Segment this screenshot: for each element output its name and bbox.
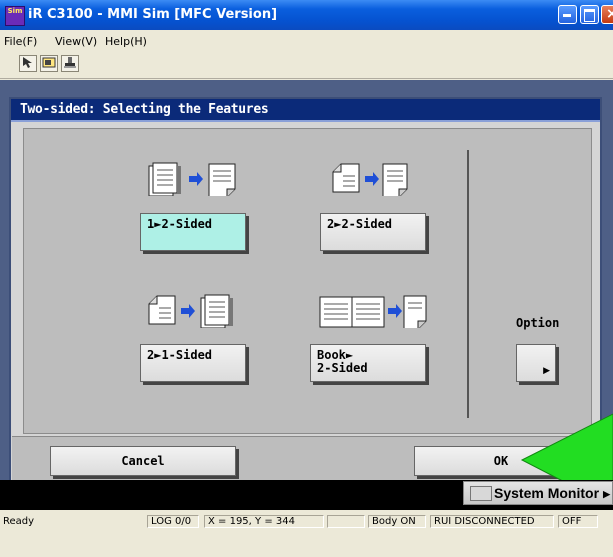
close-button[interactable]: × bbox=[601, 5, 613, 24]
status-coords: X = 195, Y = 344 bbox=[204, 515, 324, 528]
status-log: LOG 0/0 bbox=[147, 515, 199, 528]
app-icon: Sim bbox=[5, 6, 25, 26]
status-power: OFF bbox=[558, 515, 598, 528]
toolbar bbox=[0, 50, 613, 79]
status-body: Body ON bbox=[368, 515, 426, 528]
status-ready: Ready bbox=[3, 516, 35, 527]
status-rui: RUI DISCONNECTED bbox=[430, 515, 554, 528]
menu-help[interactable]: Help(H) bbox=[105, 35, 147, 48]
two-to-one-sided-icon bbox=[148, 294, 233, 328]
image-icon[interactable] bbox=[40, 55, 58, 72]
system-monitor-label: System Monitor bbox=[494, 485, 600, 501]
features-panel bbox=[23, 128, 592, 434]
panel-divider bbox=[467, 150, 469, 418]
close-icon: × bbox=[606, 6, 613, 22]
triangle-right-icon: ▶ bbox=[543, 366, 550, 376]
dialog-title: Two-sided: Selecting the Features bbox=[20, 102, 269, 117]
window-title: iR C3100 - MMI Sim [MFC Version] bbox=[28, 7, 278, 22]
monitor-icon bbox=[470, 486, 492, 501]
maximize-icon bbox=[584, 9, 595, 22]
one-to-two-sided-button[interactable]: 1►2-Sided bbox=[140, 213, 246, 251]
status-blank bbox=[327, 515, 365, 528]
book-to-two-sided-button[interactable]: Book► 2-Sided bbox=[310, 344, 426, 382]
book-to-two-sided-icon bbox=[319, 295, 427, 328]
option-label: Option bbox=[516, 316, 560, 330]
menu-file[interactable]: File(F) bbox=[4, 35, 37, 48]
maximize-button[interactable] bbox=[580, 5, 599, 24]
triangle-right-icon: ▶ bbox=[603, 489, 610, 499]
one-to-two-sided-icon bbox=[148, 162, 236, 196]
two-to-one-sided-button[interactable]: 2►1-Sided bbox=[140, 344, 246, 382]
cancel-button[interactable]: Cancel bbox=[50, 446, 236, 476]
stamp-icon[interactable] bbox=[61, 55, 79, 72]
option-button[interactable]: ▶ bbox=[516, 344, 556, 382]
menu-view[interactable]: View(V) bbox=[55, 35, 97, 48]
two-to-two-sided-icon bbox=[332, 163, 408, 196]
minimize-button[interactable] bbox=[558, 5, 577, 24]
system-monitor-button[interactable]: System Monitor ▶ bbox=[463, 481, 613, 505]
two-to-two-sided-button[interactable]: 2►2-Sided bbox=[320, 213, 426, 251]
minimize-icon bbox=[563, 14, 571, 17]
pointer-icon[interactable] bbox=[19, 55, 37, 72]
